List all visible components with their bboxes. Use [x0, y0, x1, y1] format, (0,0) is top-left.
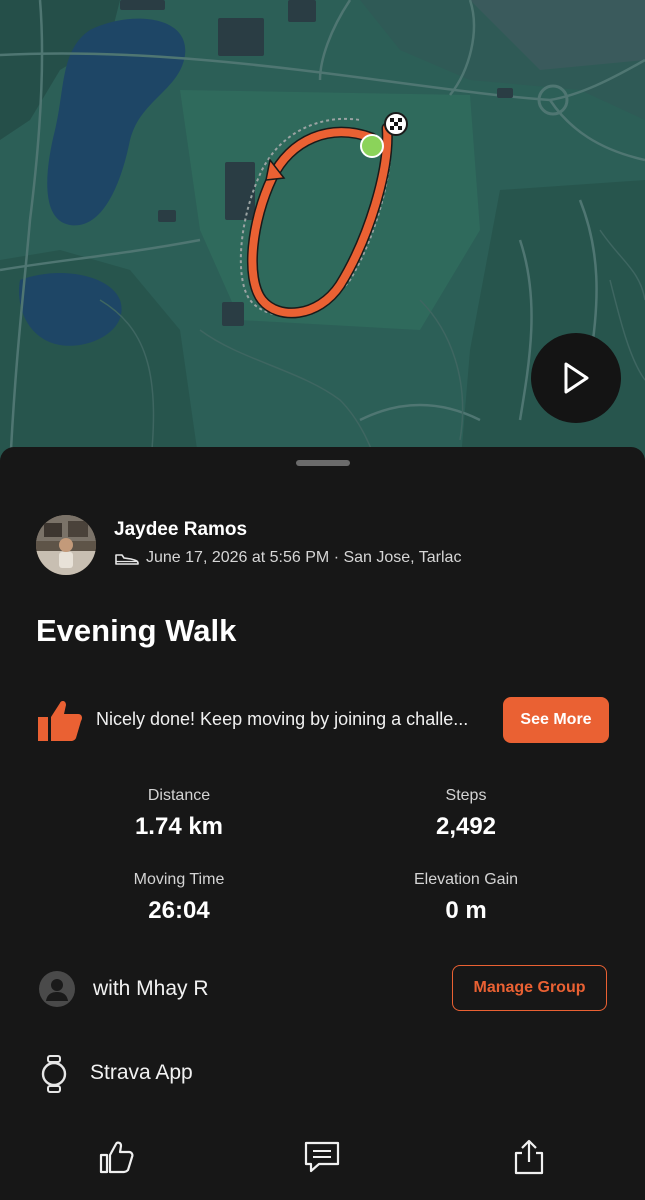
finish-flag-icon [384, 112, 408, 136]
watch-icon [40, 1055, 68, 1098]
comment-icon [304, 1141, 340, 1173]
start-marker [360, 134, 384, 158]
see-more-button[interactable]: See More [503, 697, 609, 743]
stat-moving-time: Moving Time 26:04 [59, 871, 299, 925]
shoe-icon [115, 554, 139, 565]
stat-value: 0 m [445, 897, 487, 924]
stat-value: 1.74 km [134, 813, 224, 840]
stat-elevation-gain: Elevation Gain 0 m [346, 871, 586, 925]
manage-group-button[interactable]: Manage Group [452, 965, 607, 1011]
stat-steps: Steps 2,492 [346, 787, 586, 841]
activity-title: Evening Walk [36, 613, 237, 648]
stat-distance: Distance 1.74 km [59, 787, 299, 841]
athlete-avatar[interactable] [36, 515, 96, 575]
stat-label: Distance [147, 787, 211, 804]
athlete-photo [36, 515, 96, 575]
kudos-button[interactable] [96, 1137, 136, 1177]
comment-button[interactable] [302, 1137, 342, 1177]
activity-details-sheet: Jaydee Ramos June 17, 2026 at 5:56 PM · … [0, 447, 645, 1200]
share-button[interactable] [509, 1137, 549, 1177]
play-button[interactable] [531, 333, 621, 423]
stat-value: 26:04 [148, 897, 210, 924]
kudos-icon [99, 1141, 134, 1174]
stat-label: Moving Time [133, 871, 225, 888]
share-icon [514, 1139, 544, 1175]
challenge-promo-text: Nicely done! Keep moving by joining a ch… [96, 709, 469, 729]
activity-map[interactable] [0, 0, 645, 470]
person-icon [46, 979, 68, 1001]
stat-value: 2,492 [435, 813, 497, 840]
device-name: Strava App [90, 1061, 193, 1084]
athlete-name[interactable]: Jaydee Ramos [114, 519, 247, 541]
stat-label: Elevation Gain [413, 871, 519, 888]
group-member-avatar[interactable] [39, 971, 75, 1007]
stat-label: Steps [445, 787, 487, 804]
sheet-drag-handle[interactable] [296, 460, 350, 466]
activity-date-location: June 17, 2026 at 5:56 PM · San Jose, Tar… [146, 549, 462, 566]
activity-meta: June 17, 2026 at 5:56 PM · San Jose, Tar… [114, 549, 461, 567]
thumbs-up-icon [36, 697, 84, 748]
play-icon [564, 362, 589, 394]
group-activity-text[interactable]: with Mhay R [93, 977, 209, 1001]
